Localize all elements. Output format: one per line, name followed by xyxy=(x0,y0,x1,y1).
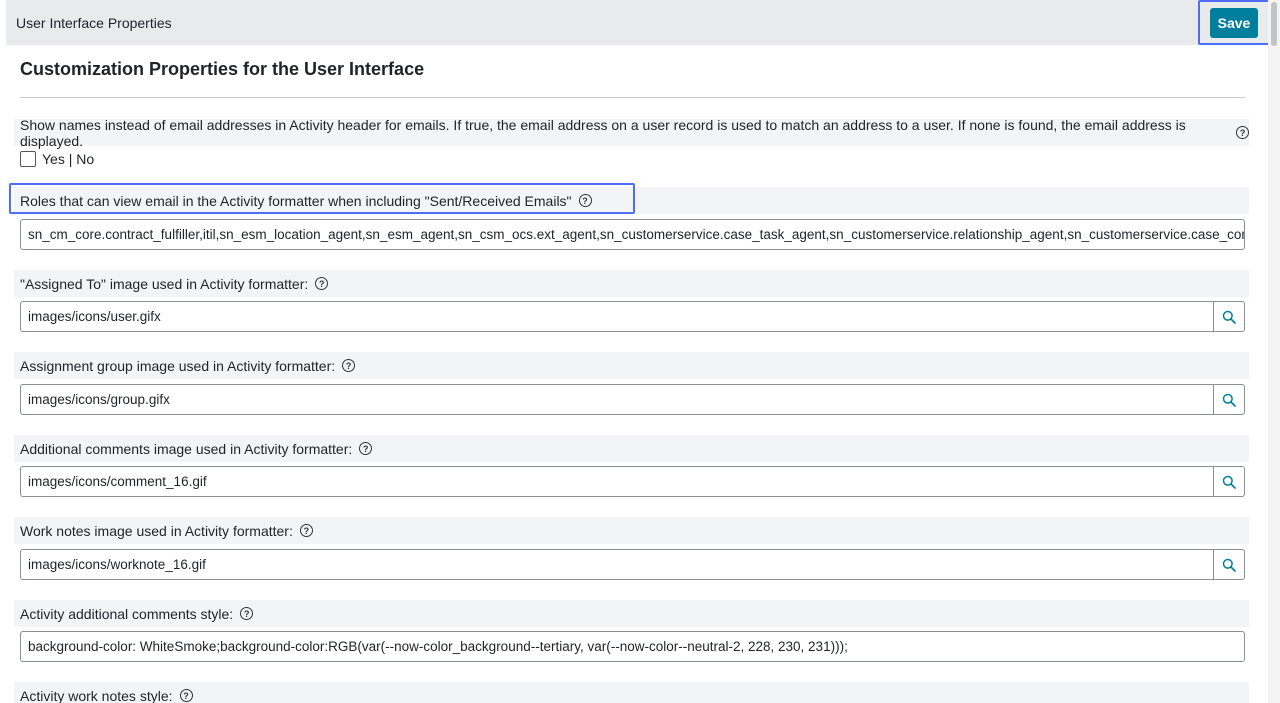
property-label-email-roles: Roles that can view email in the Activit… xyxy=(14,187,1249,214)
worknotes-image-field: images/icons/worknote_16.gif xyxy=(20,549,1245,580)
title-divider xyxy=(20,97,1245,98)
page-title: Customization Properties for the User In… xyxy=(20,59,425,79)
question-circle-icon[interactable]: ? xyxy=(299,524,313,537)
property-label-worknotes-image: Work notes image used in Activity format… xyxy=(14,517,1249,544)
property-label-show-names: Show names instead of email addresses in… xyxy=(14,116,1249,149)
page: User Interface Properties Save Customiza… xyxy=(0,0,1280,703)
assignment-group-image-field: images/icons/group.gifx xyxy=(20,384,1245,415)
property-label-text: Assignment group image used in Activity … xyxy=(20,357,336,374)
comments-style-input[interactable]: background-color: WhiteSmoke;background-… xyxy=(20,631,1245,662)
checkbox-option-text: Yes | No xyxy=(42,151,95,167)
property-label-text: Roles that can view email in the Activit… xyxy=(20,192,572,209)
magnifier-icon xyxy=(1222,558,1236,572)
email-roles-input[interactable]: sn_cm_core.contract_fulfiller,itil,sn_es… xyxy=(20,219,1245,250)
assigned-to-image-input[interactable]: images/icons/user.gifx xyxy=(20,301,1213,332)
header-title: User Interface Properties xyxy=(16,14,172,31)
save-button[interactable]: Save xyxy=(1210,7,1258,38)
question-circle-icon[interactable]: ? xyxy=(1236,126,1249,139)
magnifier-icon xyxy=(1222,393,1236,407)
property-label-text: Additional comments image used in Activi… xyxy=(20,440,353,457)
show-names-checkbox[interactable] xyxy=(20,151,36,167)
property-label-worknotes-style: Activity work notes style: ? xyxy=(14,682,1249,703)
assignment-group-image-input[interactable]: images/icons/group.gifx xyxy=(20,384,1213,415)
property-label-text: Work notes image used in Activity format… xyxy=(20,522,293,539)
question-circle-icon[interactable]: ? xyxy=(179,689,193,702)
scrollbar[interactable] xyxy=(1268,0,1280,703)
question-circle-icon[interactable]: ? xyxy=(342,359,356,372)
property-label-assignment-group-image: Assignment group image used in Activity … xyxy=(14,352,1249,379)
property-label-text: "Assigned To" image used in Activity for… xyxy=(20,275,309,292)
property-label-text: Show names instead of email addresses in… xyxy=(20,116,1186,149)
assigned-to-image-field: images/icons/user.gifx xyxy=(20,301,1245,332)
save-button-highlight: Save xyxy=(1198,0,1270,45)
property-label-text: Activity work notes style: xyxy=(20,687,173,703)
scrollbar-thumb[interactable] xyxy=(1271,2,1277,46)
lookup-button[interactable] xyxy=(1213,549,1245,580)
lookup-button[interactable] xyxy=(1213,301,1245,332)
comments-image-field: images/icons/comment_16.gif xyxy=(20,466,1245,497)
question-circle-icon[interactable]: ? xyxy=(578,194,592,207)
lookup-button[interactable] xyxy=(1213,466,1245,497)
question-circle-icon[interactable]: ? xyxy=(359,442,373,455)
property-label-assigned-to-image: "Assigned To" image used in Activity for… xyxy=(14,270,1249,297)
property-label-text: Activity additional comments style: xyxy=(20,605,234,622)
question-circle-icon[interactable]: ? xyxy=(315,277,329,290)
magnifier-icon xyxy=(1222,475,1236,489)
worknotes-image-input[interactable]: images/icons/worknote_16.gif xyxy=(20,549,1213,580)
property-label-comments-image: Additional comments image used in Activi… xyxy=(14,435,1249,462)
page-header: User Interface Properties xyxy=(6,0,1268,45)
checkbox-row-show-names: Yes | No xyxy=(20,151,94,167)
comments-image-input[interactable]: images/icons/comment_16.gif xyxy=(20,466,1213,497)
property-label-comments-style: Activity additional comments style: ? xyxy=(14,600,1249,627)
lookup-button[interactable] xyxy=(1213,384,1245,415)
question-circle-icon[interactable]: ? xyxy=(240,607,254,620)
magnifier-icon xyxy=(1222,310,1236,324)
